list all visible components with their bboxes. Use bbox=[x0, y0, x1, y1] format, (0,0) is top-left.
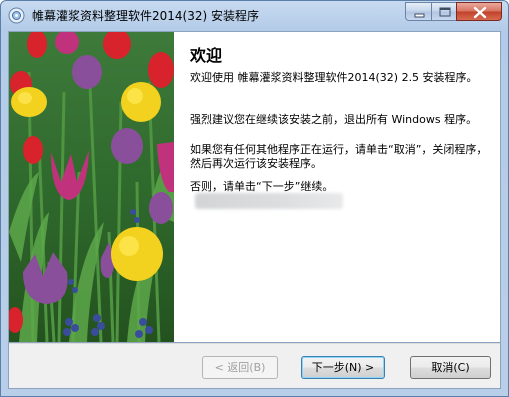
minimize-button[interactable] bbox=[405, 2, 432, 21]
maximize-icon bbox=[439, 7, 451, 17]
divider bbox=[9, 343, 500, 344]
close-programs-advice: 强烈建议您在继续该安装之前，退出所有 Windows 程序。 bbox=[190, 113, 478, 126]
cancel-button[interactable]: 取消(C) bbox=[410, 356, 491, 379]
window-title: 帷幕灌浆资料整理软件2014(32) 安装程序 bbox=[32, 9, 259, 23]
title-bar[interactable]: 帷幕灌浆资料整理软件2014(32) 安装程序 bbox=[1, 1, 508, 31]
installer-window: 帷幕灌浆资料整理软件2014(32) 安装程序 欢迎 欢迎使用 帷幕灌浆资料整理… bbox=[0, 0, 509, 397]
back-button[interactable]: < 返回(B) bbox=[202, 356, 278, 379]
continue-instruction: 否则，请单击“下一步”继续。 bbox=[190, 180, 334, 193]
close-icon bbox=[473, 6, 487, 19]
close-button[interactable] bbox=[456, 2, 502, 21]
welcome-heading: 欢迎 bbox=[190, 46, 223, 65]
maximize-button[interactable] bbox=[431, 2, 457, 21]
cancel-instruction: 如果您有任何其他程序正在运行，请单击“取消”，关闭程序，然后再次运行该安装程序。 bbox=[190, 143, 488, 170]
next-button[interactable]: 下一步(N) > bbox=[301, 356, 385, 379]
blurred-overlay bbox=[195, 193, 343, 209]
installer-app-icon bbox=[8, 7, 25, 24]
minimize-icon bbox=[414, 13, 425, 18]
wizard-button-bar: < 返回(B) 下一步(N) > 取消(C) bbox=[8, 343, 501, 389]
tulip-flowers-image bbox=[9, 32, 174, 342]
welcome-paragraph: 欢迎使用 帷幕灌浆资料整理软件2014(32) 2.5 安装程序。 bbox=[190, 71, 478, 84]
wizard-content-panel: 欢迎 欢迎使用 帷幕灌浆资料整理软件2014(32) 2.5 安装程序。 强烈建… bbox=[8, 31, 501, 343]
